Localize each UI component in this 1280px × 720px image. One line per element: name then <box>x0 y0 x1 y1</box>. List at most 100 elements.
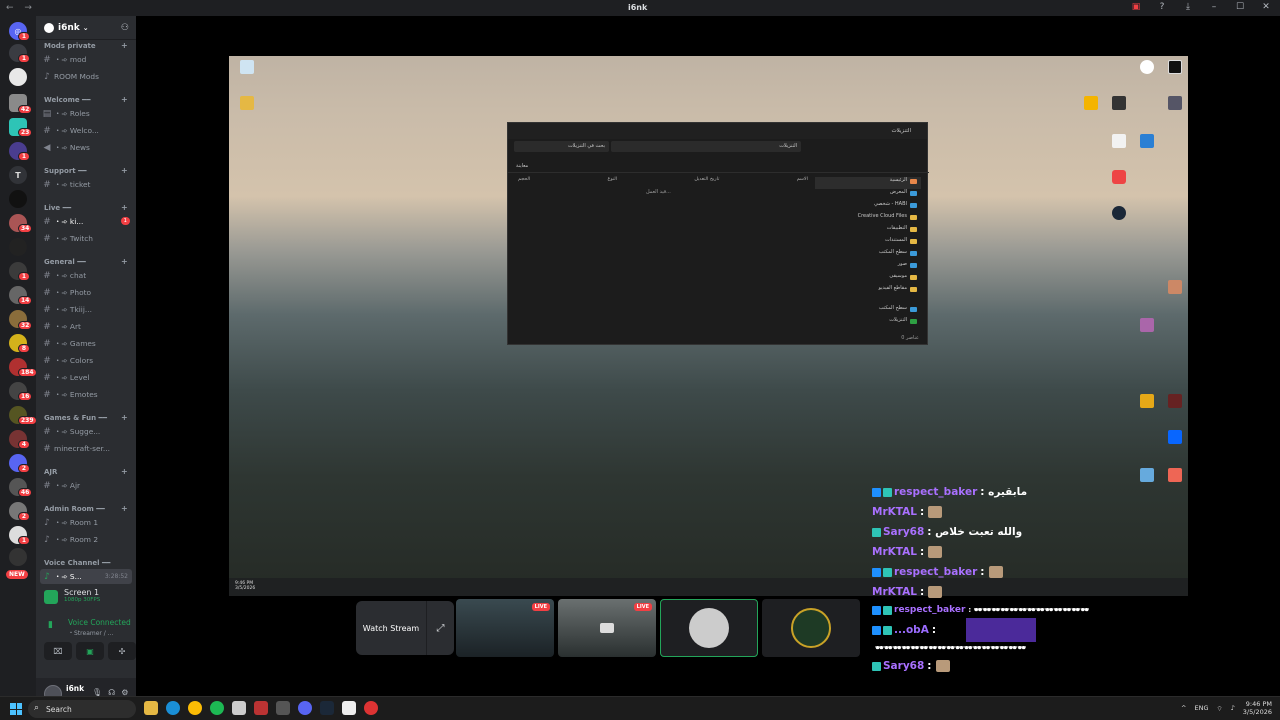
category-live[interactable]: Live ━━ + <box>44 203 128 212</box>
participant-tile[interactable] <box>762 599 860 657</box>
category-mods-private[interactable]: Mods private + <box>44 41 128 50</box>
details-pane-toggle[interactable]: معاينة <box>516 163 528 169</box>
channel-item[interactable]: # ・➾ mod <box>40 52 132 67</box>
file-explorer-icon[interactable] <box>144 701 158 715</box>
chrome-icon[interactable] <box>188 701 202 715</box>
popout-icon[interactable]: ⤢ <box>426 601 454 655</box>
explorer-tab[interactable]: التنزيلات <box>891 128 911 134</box>
column-type[interactable]: النوع <box>607 177 617 182</box>
voice-channel-active[interactable]: ♪ ・➾ S... 3:28:52 <box>40 569 132 584</box>
nav-item[interactable]: شخصي - HABI <box>815 201 921 213</box>
channel-item[interactable]: # ・➾ chat <box>40 268 132 283</box>
channel-item[interactable]: # ・➾ Ajr <box>40 478 132 493</box>
server-header[interactable]: i6nk ⌄ ⚇ <box>36 16 136 40</box>
nav-item[interactable]: سطح المكتب <box>815 249 921 261</box>
category-admin-room[interactable]: Admin Room ━━ + <box>44 504 128 513</box>
language-indicator[interactable]: ENG <box>1195 704 1209 712</box>
add-channel-icon[interactable]: + <box>121 166 128 175</box>
nav-item[interactable]: مقاطع الفيديو <box>815 285 921 297</box>
channel-item-unread[interactable]: # ・➾ ki... 1 <box>40 214 132 229</box>
network-icon[interactable]: ⌔ <box>1217 704 1223 713</box>
add-channel-icon[interactable]: + <box>121 203 128 212</box>
camera-off-button[interactable]: ⌧ <box>44 642 72 660</box>
server-icon[interactable] <box>9 548 27 566</box>
category-ajr[interactable]: AJR + <box>44 467 128 476</box>
taskbar-search[interactable]: ⌕ Search <box>28 700 136 718</box>
nav-item[interactable]: موسيقى <box>815 273 921 285</box>
category-general[interactable]: General ━━ + <box>44 257 128 266</box>
inbox-icon[interactable]: ▣ <box>1130 2 1142 12</box>
minimize-icon[interactable]: – <box>1208 2 1220 12</box>
category-games-fun[interactable]: Games & Fun ━━ + <box>44 413 128 422</box>
channel-item[interactable]: ▤ ・➾ Roles <box>40 106 132 121</box>
app-icon[interactable] <box>232 701 246 715</box>
add-channel-icon[interactable]: + <box>121 41 128 50</box>
nav-item[interactable]: الرئيسية <box>815 177 921 189</box>
add-channel-icon[interactable]: + <box>121 467 128 476</box>
channel-item[interactable]: # ・➾ Photo <box>40 285 132 300</box>
server-icon[interactable] <box>9 190 27 208</box>
channel-item[interactable]: # ・➾ Tkiij... <box>40 302 132 317</box>
category-voice-channel[interactable]: Voice Channel ━━ <box>44 559 110 567</box>
add-member-icon[interactable]: ⚇ <box>121 23 129 33</box>
screen-share-button[interactable]: ▣ <box>76 642 104 660</box>
category-support[interactable]: Support ━━ + <box>44 166 128 175</box>
nav-item[interactable]: سطح المكتب <box>815 305 921 317</box>
app-icon[interactable] <box>342 701 356 715</box>
stream-tile[interactable]: LIVE <box>456 599 554 657</box>
channel-item[interactable]: # ・➾ Games <box>40 336 132 351</box>
nav-item[interactable]: المعرض <box>815 189 921 201</box>
nav-item[interactable]: Creative Cloud Files <box>815 213 921 225</box>
explorer-search[interactable]: بحث في التنزيلات <box>514 141 609 152</box>
close-icon[interactable]: ✕ <box>1260 2 1272 12</box>
channel-item[interactable]: # ・➾ Colors <box>40 353 132 368</box>
channel-item[interactable]: # ・➾ ticket <box>40 177 132 192</box>
edge-icon[interactable] <box>166 701 180 715</box>
channel-item[interactable]: # ・➾ Level <box>40 370 132 385</box>
channel-item[interactable]: # ・➾ Welco... <box>40 123 132 138</box>
voice-channel-item[interactable]: ♪ ・➾ Room 2 <box>40 532 132 547</box>
nav-item[interactable]: صور <box>815 261 921 273</box>
nav-item[interactable]: التطبيقات <box>815 225 921 237</box>
tray-overflow-icon[interactable]: ^ <box>1181 704 1186 712</box>
server-icon[interactable] <box>9 68 27 86</box>
column-name[interactable]: الاسم <box>797 177 808 182</box>
server-icon-t[interactable]: T <box>9 166 27 184</box>
nav-item[interactable]: المستندات <box>815 237 921 249</box>
voice-connected-sub[interactable]: ・Streamer / ... <box>68 628 113 637</box>
server-icon[interactable] <box>9 238 27 256</box>
app-icon[interactable] <box>254 701 268 715</box>
help-icon[interactable]: ? <box>1156 2 1168 12</box>
steam-icon[interactable] <box>320 701 334 715</box>
participant-tile-selected[interactable] <box>660 599 758 657</box>
add-channel-icon[interactable]: + <box>121 257 128 266</box>
file-explorer-window[interactable]: التنزيلات بحث في التنزيلات التنزيلات معا… <box>507 122 929 345</box>
activities-button[interactable]: ✣ <box>108 642 136 660</box>
add-channel-icon[interactable]: + <box>121 504 128 513</box>
channel-item[interactable]: # ・➾ Sugge... <box>40 424 132 439</box>
category-welcome[interactable]: Welcome ━━ + <box>44 95 128 104</box>
watch-stream-button[interactable]: Watch Stream <box>356 601 426 655</box>
channel-item[interactable]: # ・➾ Emotes <box>40 387 132 402</box>
volume-icon[interactable]: ♪ <box>1231 704 1235 712</box>
channel-item[interactable]: # ・➾ Art <box>40 319 132 334</box>
add-channel-icon[interactable]: + <box>121 95 128 104</box>
windows-start-icon[interactable] <box>10 703 22 715</box>
explorer-address-bar[interactable]: التنزيلات <box>611 141 801 152</box>
discord-icon[interactable] <box>298 701 312 715</box>
spotify-icon[interactable] <box>210 701 224 715</box>
channel-item[interactable]: # ・➾ Twitch <box>40 231 132 246</box>
app-icon[interactable] <box>364 701 378 715</box>
taskbar-clock[interactable]: 9:46 PM 3/5/2026 <box>1243 700 1272 716</box>
channel-item[interactable]: # minecraft-ser... <box>40 441 132 456</box>
nav-item[interactable]: التنزيلات <box>815 317 921 329</box>
app-icon[interactable] <box>276 701 290 715</box>
history-nav[interactable]: ← → <box>6 3 36 13</box>
channel-item[interactable]: ◀ ・➾ News <box>40 140 132 155</box>
stream-tile[interactable]: LIVE <box>558 599 656 657</box>
add-channel-icon[interactable]: + <box>121 413 128 422</box>
maximize-icon[interactable]: ☐ <box>1234 2 1246 12</box>
download-icon[interactable]: ⤓ <box>1182 2 1194 12</box>
voice-channel-item[interactable]: ♪ ・➾ Room 1 <box>40 515 132 530</box>
channel-item[interactable]: ♪ ROOM Mods <box>40 69 132 84</box>
